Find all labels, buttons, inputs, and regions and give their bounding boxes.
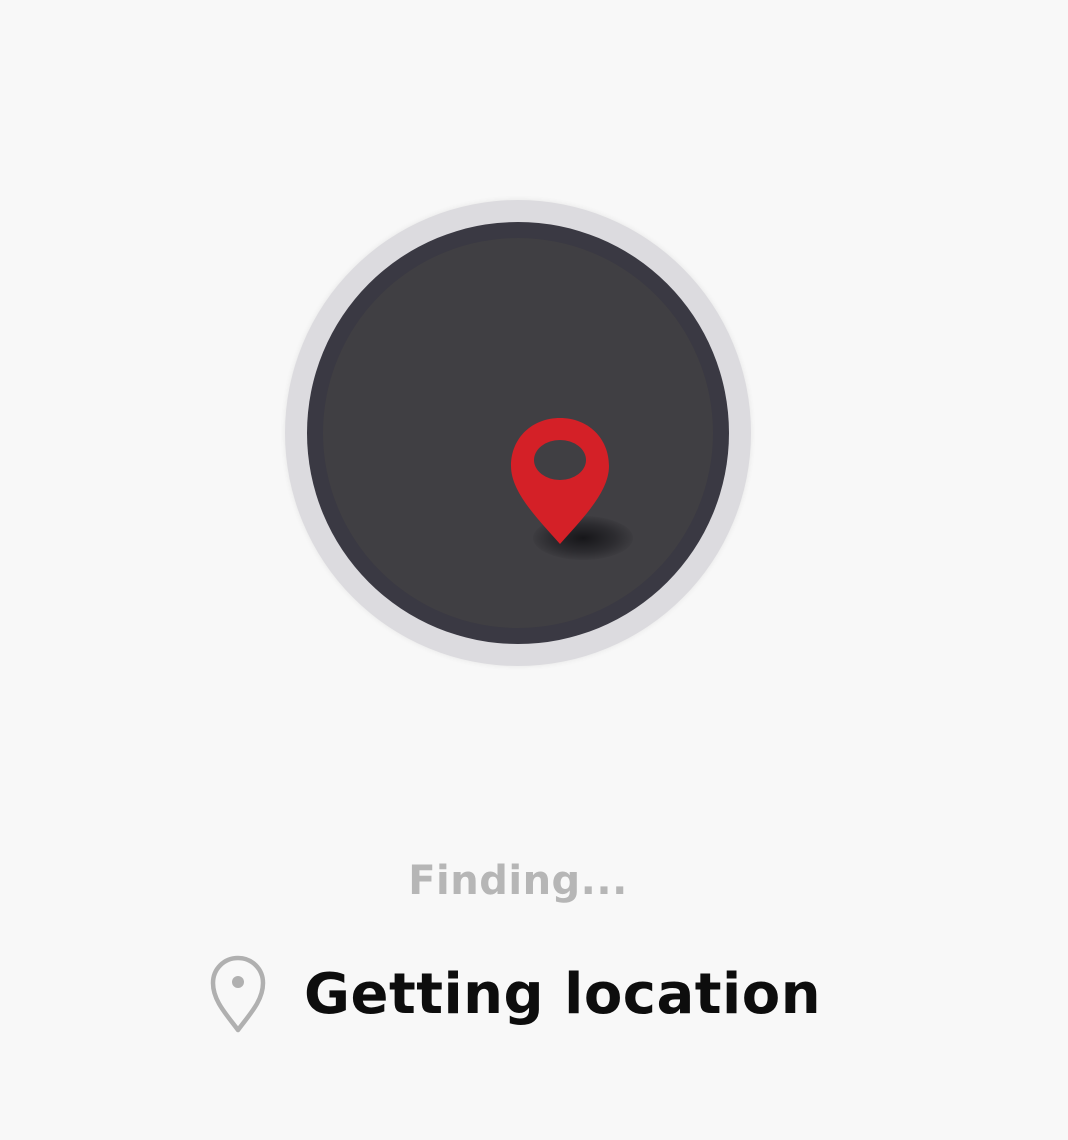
locator-circle [285, 200, 751, 666]
location-status-text: Getting location [304, 961, 822, 1027]
location-status-row: Getting location [208, 952, 821, 1036]
finding-status-text: Finding... [408, 858, 628, 904]
map-pin-icon [511, 418, 609, 544]
locator-core [323, 238, 713, 628]
locator-ring [307, 222, 729, 644]
location-pin-outline-icon [210, 955, 266, 1033]
location-loading-screen: Finding... Getting location [0, 0, 1068, 1140]
